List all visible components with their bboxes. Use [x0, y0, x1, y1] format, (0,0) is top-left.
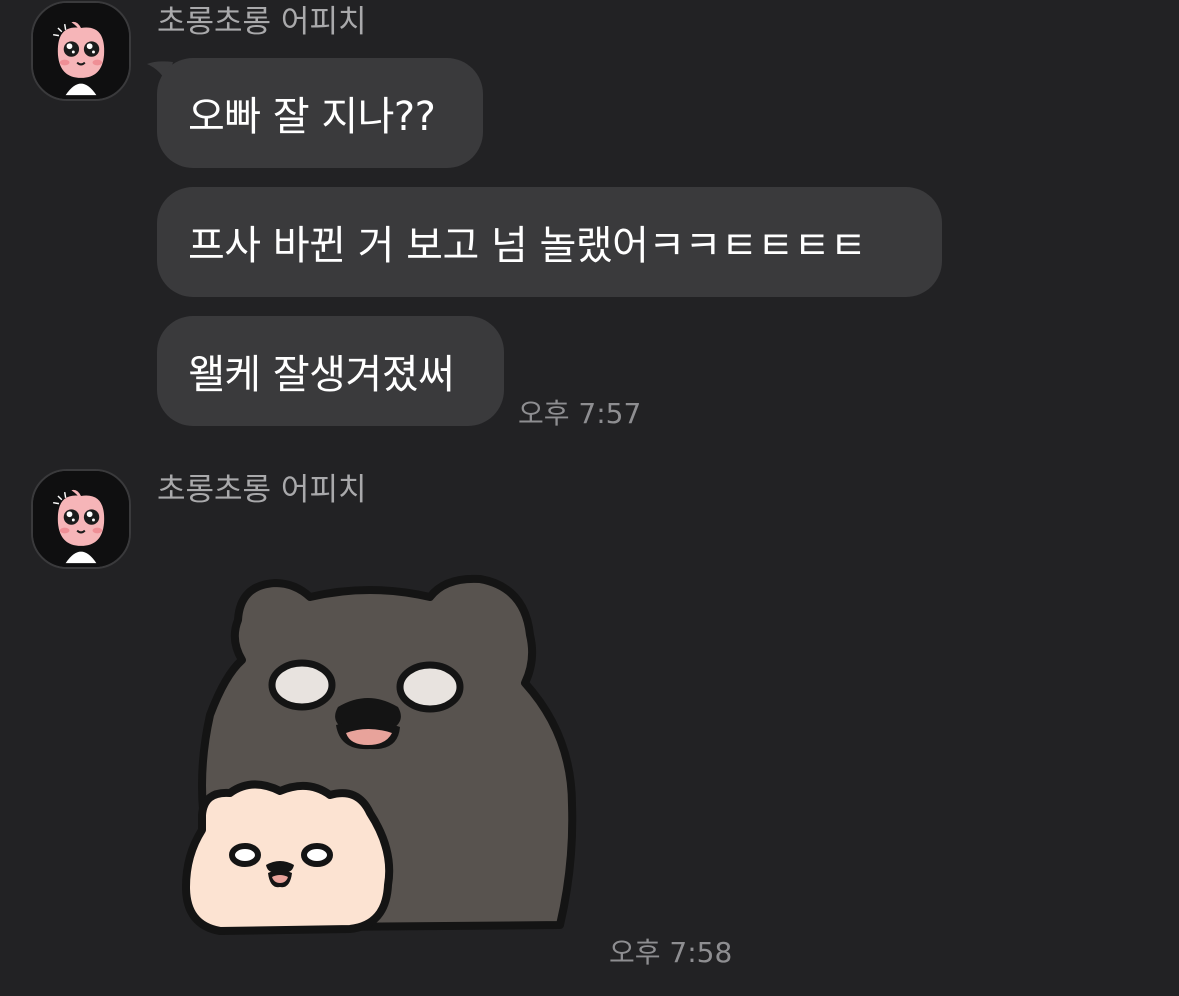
sender-name: 초롱초롱 어피치 — [157, 4, 367, 40]
message-timestamp: 오후 7:58 — [609, 936, 733, 969]
two-bears-sticker-icon — [182, 574, 577, 935]
sender-avatar[interactable] — [31, 469, 131, 569]
sender-avatar[interactable] — [31, 1, 131, 101]
message-bubble[interactable]: 오빠 잘 지나?? — [157, 58, 483, 168]
message-bubble[interactable]: 왤케 잘생겨졌써 — [157, 316, 504, 426]
message-text: 왤케 잘생겨졌써 — [188, 352, 455, 398]
apeach-avatar-icon — [33, 3, 129, 99]
message-text: 프사 바뀐 거 보고 넘 놀랬어ㅋㅋㅌㅌㅌㅌ — [188, 223, 867, 269]
bear-sticker[interactable] — [180, 565, 580, 935]
message-timestamp: 오후 7:57 — [518, 397, 642, 430]
message-bubble[interactable]: 프사 바뀐 거 보고 넘 놀랬어ㅋㅋㅌㅌㅌㅌ — [157, 187, 942, 297]
message-text: 오빠 잘 지나?? — [188, 94, 436, 140]
apeach-avatar-icon — [33, 471, 129, 567]
sender-name: 초롱초롱 어피치 — [157, 472, 367, 508]
